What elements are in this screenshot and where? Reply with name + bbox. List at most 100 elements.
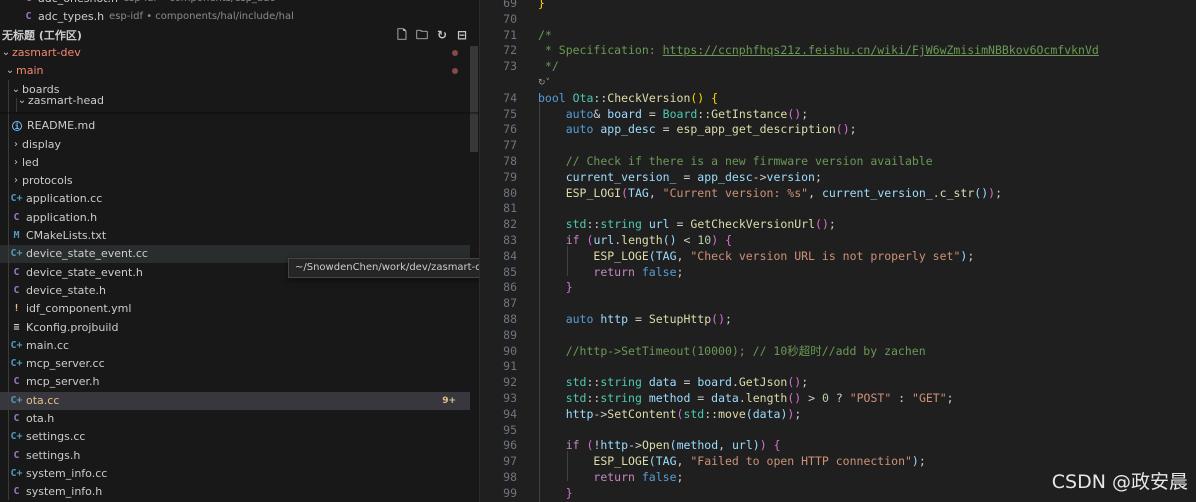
tree-file[interactable]: C+ application.cc bbox=[0, 190, 470, 208]
line-number: 90 bbox=[503, 343, 517, 358]
chevron-right-icon: › bbox=[14, 156, 18, 168]
code-line[interactable]: auto http = SetupHttp(); bbox=[538, 312, 732, 328]
tree-file[interactable]: C+ ota.cc 9+ bbox=[0, 391, 470, 410]
line-number: 73 bbox=[503, 59, 517, 74]
line-number: 77 bbox=[503, 138, 517, 153]
tree-file[interactable]: C+ mcp_server.cc bbox=[0, 355, 470, 373]
line-number: 97 bbox=[503, 454, 517, 469]
tree-file[interactable]: Capplication.h bbox=[0, 209, 470, 227]
code-line[interactable]: auto app_desc = esp_app_get_description(… bbox=[538, 122, 857, 138]
code-editor[interactable]: 69} 70 71 /* 72 * Specification: https://ccn… bbox=[481, 0, 1196, 502]
header-file-icon: C bbox=[13, 211, 20, 223]
cpp-file-icon: C+ bbox=[10, 394, 23, 406]
tree-item-label: system_info.h bbox=[26, 485, 103, 499]
tree-file[interactable]: i README.md bbox=[0, 117, 470, 135]
line-number: 92 bbox=[503, 375, 517, 390]
code-line[interactable]: std::string url = GetCheckVersionUrl(); bbox=[538, 217, 836, 233]
line-number: 69 bbox=[503, 0, 517, 10]
tree-folder[interactable]: ⌄ zasmart-head bbox=[0, 94, 470, 108]
kconfig-file-icon: ≡ bbox=[13, 321, 20, 333]
code-line[interactable]: std::string method = data.length() > 0 ?… bbox=[538, 391, 954, 407]
tree-item-label: main.cc bbox=[26, 338, 70, 352]
tree-file[interactable]: Cdevice_state.h bbox=[0, 282, 470, 300]
header-file-icon: C bbox=[22, 0, 35, 8]
code-line[interactable]: /* bbox=[538, 28, 552, 44]
sidebar-scrollbar[interactable] bbox=[470, 46, 478, 152]
tree-file[interactable]: Cmcp_server.h bbox=[0, 373, 470, 391]
code-line[interactable]: http->SetContent(std::move(data)); bbox=[538, 407, 802, 423]
tree-item-label: device_state_event.cc bbox=[26, 247, 148, 261]
workspace-header[interactable]: 无标题 (工作区) 🗋 🗀 ↻ ⊟ bbox=[0, 26, 479, 44]
tree-folder[interactable]: ⌄ zasmart-dev bbox=[0, 44, 470, 62]
tree-item-label: system_info.cc bbox=[26, 466, 108, 480]
cpp-file-icon: C+ bbox=[10, 467, 23, 479]
tree-item-label: settings.cc bbox=[26, 430, 86, 444]
collapse-all-icon[interactable]: ⊟ bbox=[454, 26, 470, 44]
code-lens-icon[interactable]: ↻˅ bbox=[538, 78, 550, 88]
line-number: 74 bbox=[503, 90, 517, 105]
tree-item-label: zasmart-dev bbox=[12, 46, 81, 59]
tree-file[interactable]: C+ system_info.cc bbox=[0, 465, 470, 483]
yaml-file-icon: ! bbox=[13, 303, 20, 315]
code-line[interactable]: auto& board = Board::GetInstance(); bbox=[538, 107, 808, 123]
line-number: 83 bbox=[503, 233, 517, 247]
chevron-right-icon: › bbox=[14, 138, 18, 150]
code-line[interactable]: * Specification: https://ccnphfhqs21z.fe… bbox=[538, 43, 1099, 59]
line-number: 99 bbox=[503, 485, 517, 500]
open-editor-item[interactable]: Cadc_oneshot.h esp-idf • components/esp_a… bbox=[0, 0, 470, 8]
line-number: 75 bbox=[503, 106, 517, 121]
tree-item-label: device_state_event.h bbox=[26, 265, 143, 279]
new-folder-icon[interactable]: 🗀 bbox=[414, 26, 430, 44]
code-line[interactable]: bool Ota::CheckVersion() { bbox=[538, 91, 718, 107]
line-number: 79 bbox=[503, 169, 517, 184]
tree-file[interactable]: ≡ Kconfig.projbuild bbox=[0, 319, 470, 337]
code-line[interactable]: //http->SetTimeout(10000); // 10秒超时//add… bbox=[538, 344, 926, 360]
code-line[interactable]: ESP_LOGI(TAG, "Current version: %s", cur… bbox=[538, 186, 1002, 202]
cpp-file-icon: C+ bbox=[10, 431, 23, 443]
tree-item-label: display bbox=[22, 137, 62, 151]
header-file-icon: C bbox=[13, 413, 20, 424]
code-line[interactable]: current_version_ = app_desc->version; bbox=[538, 170, 822, 186]
tree-file[interactable]: Csystem_info.h bbox=[0, 483, 470, 501]
tree-folder[interactable]: › display bbox=[0, 136, 470, 154]
tree-file[interactable]: Csettings.h bbox=[0, 447, 470, 465]
line-number: 87 bbox=[503, 296, 517, 311]
problem-count-badge: 9+ bbox=[442, 395, 456, 406]
tree-file[interactable]: M CMakeLists.txt bbox=[0, 227, 470, 245]
code-line[interactable]: return false; bbox=[538, 265, 683, 281]
tree-file[interactable]: C+ settings.cc bbox=[0, 428, 470, 446]
code-line[interactable]: if (!http->Open(method, url)) { bbox=[538, 438, 781, 454]
tree-file[interactable]: Cota.h bbox=[0, 410, 470, 428]
code-line[interactable]: ESP_LOGE(TAG, "Check version URL is not … bbox=[538, 249, 974, 265]
new-file-icon[interactable]: 🗋 bbox=[394, 26, 410, 44]
code-line[interactable]: std::string data = board.GetJson(); bbox=[538, 375, 808, 391]
header-file-icon: C bbox=[13, 486, 20, 498]
line-number: 95 bbox=[503, 422, 517, 437]
tree-folder[interactable]: ⌄ main bbox=[0, 62, 470, 80]
code-line[interactable]: if (url.length() < 10) { bbox=[538, 233, 732, 249]
tree-indent-guide bbox=[8, 80, 9, 500]
code-line[interactable]: } bbox=[538, 0, 545, 12]
line-number: 91 bbox=[503, 359, 517, 374]
tree-folder[interactable]: › protocols bbox=[0, 172, 470, 190]
open-editor-item[interactable]: Cadc_types.h esp-idf • components/hal/inc… bbox=[0, 8, 470, 26]
code-line[interactable]: */ bbox=[538, 59, 559, 75]
cpp-file-icon: C+ bbox=[10, 358, 23, 370]
code-line[interactable]: return false; bbox=[538, 470, 683, 486]
tree-folder[interactable]: › led bbox=[0, 154, 470, 172]
line-number: 84 bbox=[503, 248, 517, 263]
code-line[interactable]: } bbox=[538, 486, 573, 502]
refresh-icon[interactable]: ↻ bbox=[434, 26, 450, 44]
line-number: 71 bbox=[503, 27, 517, 42]
chevron-down-icon: ⌄ bbox=[1, 47, 11, 58]
tree-file[interactable]: ! idf_component.yml bbox=[0, 300, 470, 318]
tree-item-label: idf_component.yml bbox=[26, 302, 132, 316]
line-number: 88 bbox=[503, 312, 517, 326]
header-file-icon: C bbox=[13, 266, 20, 278]
code-line[interactable]: ESP_LOGE(TAG, "Failed to open HTTP conne… bbox=[538, 454, 925, 470]
tree-item-label: main bbox=[16, 64, 44, 78]
code-line[interactable]: // Check if there is a new firmware vers… bbox=[538, 154, 933, 170]
tree-file[interactable]: C+ main.cc bbox=[0, 337, 470, 355]
code-line[interactable]: } bbox=[538, 280, 573, 296]
cpp-file-icon: C+ bbox=[10, 193, 23, 205]
